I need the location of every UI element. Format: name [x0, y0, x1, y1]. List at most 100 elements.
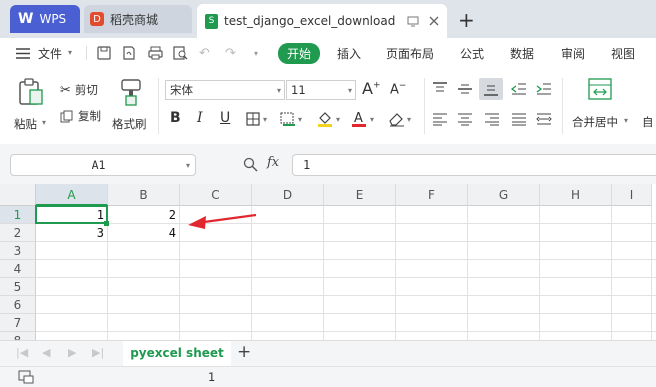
- macro-icon[interactable]: [18, 370, 34, 384]
- column-header-f[interactable]: F: [396, 184, 468, 206]
- underline-icon[interactable]: U: [220, 110, 230, 126]
- distributed-align-icon[interactable]: [536, 112, 552, 126]
- file-menu-chevron-icon[interactable]: ▾: [68, 48, 72, 57]
- decrease-indent-icon[interactable]: [511, 82, 527, 96]
- borders-chevron-icon[interactable]: ▾: [263, 115, 267, 124]
- wps-logo-icon: W: [18, 11, 34, 27]
- float-window-icon[interactable]: [407, 16, 419, 27]
- formula-input[interactable]: 1: [292, 154, 656, 176]
- name-box-chevron-icon[interactable]: ▾: [186, 161, 190, 170]
- cell-b1[interactable]: 2: [108, 206, 180, 224]
- tab-docer-store[interactable]: D 稻壳商城: [84, 5, 192, 33]
- font-size-select[interactable]: 11 ▾: [286, 80, 356, 100]
- format-painter-button[interactable]: 格式刷: [112, 78, 154, 136]
- cell-a2[interactable]: 3: [36, 224, 108, 242]
- ribbon-divider: [424, 78, 425, 134]
- clear-format-chevron-icon[interactable]: ▾: [407, 115, 411, 124]
- redo-icon[interactable]: ↷: [225, 46, 236, 61]
- font-name-value: 宋体: [170, 83, 193, 97]
- merge-center-button[interactable]: 合并居中 ▾: [568, 78, 638, 136]
- row-header-2[interactable]: 2: [0, 224, 36, 242]
- column-gridline: [395, 206, 396, 340]
- align-top-icon[interactable]: [432, 82, 448, 96]
- auto-wrap-label[interactable]: 自: [642, 114, 654, 130]
- function-icon[interactable]: fx: [267, 155, 279, 170]
- worksheet-grid: ABCDEFGHI 12345678 1234: [0, 184, 656, 350]
- row-header-5[interactable]: 5: [0, 278, 36, 296]
- row-header-7[interactable]: 7: [0, 314, 36, 332]
- fill-handle[interactable]: [104, 221, 109, 226]
- cut-button[interactable]: ✂ 剪切: [60, 81, 98, 99]
- print-icon[interactable]: [148, 46, 163, 60]
- column-header-h[interactable]: H: [540, 184, 612, 206]
- new-tab-button[interactable]: +: [458, 8, 475, 32]
- tab-file-label: test_django_excel_download: [224, 14, 396, 28]
- first-sheet-icon[interactable]: |◀: [16, 346, 28, 359]
- increase-font-size-icon[interactable]: A+: [362, 79, 381, 98]
- fill-color-chevron-icon[interactable]: ▾: [336, 115, 340, 124]
- column-header-d[interactable]: D: [252, 184, 324, 206]
- column-header-a[interactable]: A: [36, 184, 108, 206]
- paste-button[interactable]: 粘贴 ▾: [12, 78, 52, 136]
- name-box[interactable]: A1 ▾: [10, 154, 196, 176]
- row-header-4[interactable]: 4: [0, 260, 36, 278]
- sheet-tab-active[interactable]: pyexcel sheet: [123, 341, 231, 366]
- menu-tab-home[interactable]: 开始: [278, 43, 321, 64]
- ribbon-divider: [158, 78, 159, 134]
- align-middle-icon[interactable]: [457, 82, 473, 96]
- select-all-corner[interactable]: [0, 184, 36, 206]
- justify-icon[interactable]: [511, 112, 527, 126]
- quick-access-chevron-icon[interactable]: ▾: [254, 49, 258, 58]
- increase-indent-icon[interactable]: [536, 82, 552, 96]
- undo-icon[interactable]: ↶: [199, 46, 210, 61]
- paste-icon: [19, 78, 43, 105]
- cell-b2[interactable]: 4: [108, 224, 180, 242]
- menu-tab-formulas[interactable]: 公式: [460, 45, 484, 62]
- align-center-icon[interactable]: [457, 112, 473, 126]
- merge-borders-icon[interactable]: [280, 112, 296, 126]
- column-header-i[interactable]: I: [612, 184, 652, 206]
- merge-borders-chevron-icon[interactable]: ▾: [298, 115, 302, 124]
- ribbon-divider: [562, 78, 563, 134]
- status-value: 1: [208, 370, 216, 384]
- borders-icon[interactable]: [246, 112, 260, 126]
- column-header-g[interactable]: G: [468, 184, 540, 206]
- column-header-e[interactable]: E: [324, 184, 396, 206]
- prev-sheet-icon[interactable]: ◀: [42, 346, 50, 359]
- menu-tab-insert[interactable]: 插入: [337, 45, 361, 62]
- hamburger-menu-icon[interactable]: [16, 48, 30, 59]
- decrease-font-size-icon[interactable]: A−: [390, 81, 406, 97]
- row-header-1[interactable]: 1: [0, 206, 36, 224]
- print-preview-icon[interactable]: [173, 46, 188, 60]
- copy-button[interactable]: 复制: [60, 107, 101, 125]
- export-pdf-icon[interactable]: [122, 46, 136, 60]
- add-sheet-button[interactable]: +: [237, 342, 251, 362]
- save-icon[interactable]: [97, 46, 111, 60]
- column-header-b[interactable]: B: [108, 184, 180, 206]
- row-header-6[interactable]: 6: [0, 296, 36, 314]
- zoom-search-icon[interactable]: [243, 157, 258, 172]
- tab-active-workbook[interactable]: S test_django_excel_download: [197, 4, 447, 38]
- menu-tab-page-layout[interactable]: 页面布局: [386, 45, 434, 62]
- close-tab-icon[interactable]: [429, 16, 439, 26]
- font-name-select[interactable]: 宋体 ▾: [165, 80, 285, 100]
- align-right-icon[interactable]: [484, 112, 500, 126]
- tab-wps-home[interactable]: W WPS: [10, 5, 80, 33]
- italic-icon[interactable]: I: [197, 110, 203, 126]
- menu-tab-data[interactable]: 数据: [510, 45, 534, 62]
- menu-bar: 文件 ▾ ↶ ↷ ▾ 开始 插入 页面布局 公式 数据 审阅 视图: [0, 38, 656, 68]
- menu-tab-review[interactable]: 审阅: [561, 45, 585, 62]
- last-sheet-icon[interactable]: ▶|: [92, 346, 104, 359]
- row-header-3[interactable]: 3: [0, 242, 36, 260]
- clear-format-icon[interactable]: [387, 111, 405, 127]
- menu-tab-view[interactable]: 视图: [611, 45, 635, 62]
- next-sheet-icon[interactable]: ▶: [68, 346, 76, 359]
- font-color-chevron-icon[interactable]: ▾: [370, 115, 374, 124]
- align-bottom-button[interactable]: [479, 78, 503, 100]
- fill-color-icon[interactable]: [316, 110, 334, 128]
- column-header-c[interactable]: C: [180, 184, 252, 206]
- font-color-icon[interactable]: A: [351, 110, 367, 128]
- bold-icon[interactable]: B: [170, 110, 181, 126]
- align-left-icon[interactable]: [432, 112, 448, 126]
- file-menu[interactable]: 文件: [38, 45, 62, 62]
